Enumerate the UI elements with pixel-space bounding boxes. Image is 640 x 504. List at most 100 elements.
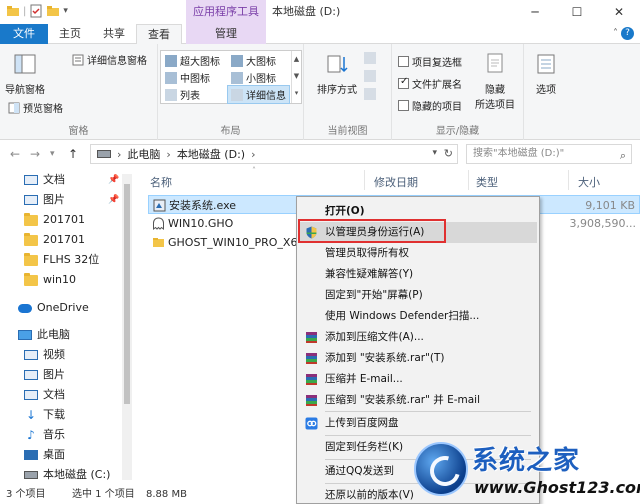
properties-icon[interactable]: [29, 4, 43, 18]
preview-pane-button[interactable]: 预览窗格: [8, 100, 63, 115]
nav-item-folder-win10[interactable]: win10: [24, 270, 76, 290]
nav-item-onedrive[interactable]: OneDrive: [18, 298, 89, 318]
menu-item-take-ownership[interactable]: 管理员取得所有权: [299, 243, 537, 264]
options-button[interactable]: 选项: [528, 52, 564, 96]
column-type[interactable]: 类型: [476, 174, 498, 190]
nav-item-documents[interactable]: 文档: [24, 385, 65, 405]
view-options: [364, 52, 376, 100]
nav-item-folder-flhs[interactable]: FLHS 32位: [24, 250, 99, 270]
column-modified[interactable]: 修改日期: [374, 174, 418, 190]
pin-icon[interactable]: 📌: [108, 170, 119, 190]
menu-item-pin-start[interactable]: 固定到"开始"屏幕(P): [299, 285, 537, 306]
maximize-button[interactable]: ☐: [556, 0, 598, 24]
folder-icon: [153, 238, 164, 247]
recent-dropdown-icon[interactable]: ▾: [50, 149, 55, 159]
ribbon-collapse-icon[interactable]: ˄: [613, 28, 618, 39]
menu-item-defender-scan[interactable]: 使用 Windows Defender扫描...: [299, 306, 537, 327]
layout-medium-icons[interactable]: 中图标: [165, 70, 210, 85]
nav-item-label: 图片: [43, 368, 65, 381]
file-size: 9,101 KB: [585, 199, 635, 212]
tab-manage[interactable]: 管理: [186, 24, 266, 44]
menu-item-troubleshoot[interactable]: 兼容性疑难解答(Y): [299, 264, 537, 285]
address-dropdown-icon[interactable]: ▾: [432, 148, 437, 158]
nav-item-desktop[interactable]: 桌面: [24, 445, 65, 465]
qat-dropdown-icon[interactable]: ▾: [63, 6, 68, 16]
desktop-icon: [24, 450, 38, 460]
file-extensions-checkbox[interactable]: [398, 76, 409, 89]
folder-icon: [24, 232, 38, 246]
nav-item-downloads[interactable]: ↓ 下载: [24, 405, 65, 425]
folder-icon[interactable]: [6, 4, 20, 18]
nav-item-pictures[interactable]: 图片: [24, 365, 65, 385]
menu-item-add-archive[interactable]: 添加到压缩文件(A)...: [299, 327, 537, 348]
file-name: GHOST_WIN10_PRO_X64_: [168, 236, 310, 249]
hide-selected-label-1: 隐藏: [485, 85, 505, 96]
layout-details[interactable]: 详细信息: [227, 85, 290, 104]
search-input[interactable]: 搜索"本地磁盘 (D:)" ⌕: [466, 144, 632, 164]
layout-large-icons[interactable]: 大图标: [231, 53, 276, 68]
nav-item-folder-201701[interactable]: 201701: [24, 210, 85, 230]
breadcrumb-this-pc[interactable]: 此电脑: [127, 146, 160, 162]
layout-option-label: 小图标: [246, 74, 276, 85]
layout-small-icons[interactable]: 小图标: [231, 70, 276, 85]
add-columns-icon[interactable]: [364, 70, 376, 82]
group-by-icon[interactable]: [364, 52, 376, 64]
folder-icon: [24, 252, 38, 266]
nav-item-drive-c[interactable]: 本地磁盘 (C:): [24, 465, 110, 485]
layout-option-label: 中图标: [180, 74, 210, 85]
current-view-group-label: 当前视图: [327, 126, 368, 137]
pin-icon[interactable]: 📌: [108, 190, 119, 210]
nav-item-this-pc[interactable]: 此电脑: [18, 325, 70, 345]
column-separator[interactable]: [468, 170, 469, 190]
nav-item-label: 文档: [43, 388, 65, 401]
help-icon[interactable]: ?: [621, 27, 634, 40]
nav-item-videos[interactable]: 视频: [24, 345, 65, 365]
tab-share[interactable]: 共享: [92, 24, 136, 44]
nav-item-label: 下载: [43, 408, 65, 421]
nav-item-documents-quick[interactable]: 文档 📌: [24, 170, 119, 190]
sort-by-button[interactable]: 排序方式: [314, 52, 360, 96]
menu-separator: [325, 435, 531, 436]
layout-list[interactable]: 列表: [165, 87, 200, 102]
column-name[interactable]: 名称: [150, 174, 172, 190]
hidden-items-toggle[interactable]: 隐藏的项目: [398, 98, 462, 113]
nav-item-label: 201701: [43, 213, 85, 226]
tab-view[interactable]: 查看: [136, 24, 182, 45]
tab-home[interactable]: 主页: [48, 24, 92, 44]
up-icon[interactable]: ↑: [68, 147, 78, 161]
menu-item-compress-rar-email[interactable]: 压缩到 "安装系统.rar" 并 E-mail: [299, 390, 537, 411]
tab-file[interactable]: 文件: [0, 24, 48, 44]
layout-scroll[interactable]: ▲ ▼ ▾: [291, 51, 301, 103]
menu-item-label: 添加到 "安装系统.rar"(T): [325, 352, 445, 364]
column-separator[interactable]: [568, 170, 569, 190]
nav-item-music[interactable]: ♪ 音乐: [24, 425, 65, 445]
explorer-window: | ▾ 应用程序工具 本地磁盘 (D:) ─ ☐ ✕ 文件 主页 共享 查看 管…: [0, 0, 640, 504]
size-columns-icon[interactable]: [364, 88, 376, 100]
new-folder-icon[interactable]: [46, 4, 60, 18]
menu-item-compress-email[interactable]: 压缩并 E-mail...: [299, 369, 537, 390]
column-size[interactable]: 大小: [578, 174, 600, 190]
item-checkboxes-checkbox[interactable]: [398, 56, 409, 67]
address-bar[interactable]: › 此电脑 › 本地磁盘 (D:) › ▾ ↻: [90, 144, 458, 164]
details-pane-label: 详细信息窗格: [87, 56, 147, 67]
hide-selected-button[interactable]: 隐藏 所选项目: [472, 52, 518, 111]
back-icon[interactable]: ←: [10, 147, 20, 161]
close-button[interactable]: ✕: [598, 0, 640, 24]
nav-item-folder-201701-2[interactable]: 201701: [24, 230, 85, 250]
file-extensions-toggle[interactable]: 文件扩展名: [398, 76, 462, 91]
forward-icon[interactable]: →: [30, 147, 40, 161]
scrollbar-thumb[interactable]: [124, 184, 130, 404]
breadcrumb-drive-d[interactable]: 本地磁盘 (D:): [177, 146, 245, 162]
refresh-icon[interactable]: ↻: [444, 147, 453, 160]
column-separator[interactable]: [364, 170, 365, 190]
menu-item-add-rar[interactable]: 添加到 "安装系统.rar"(T): [299, 348, 537, 369]
details-pane-button[interactable]: 详细信息窗格: [72, 52, 147, 67]
item-checkboxes-toggle[interactable]: 项目复选框: [398, 54, 462, 69]
minimize-button[interactable]: ─: [514, 0, 556, 24]
hidden-items-checkbox[interactable]: [398, 100, 409, 111]
nav-pane-button[interactable]: 导航窗格: [4, 52, 46, 96]
layout-extra-large-icons[interactable]: 超大图标: [165, 53, 220, 68]
nav-scrollbar[interactable]: [122, 174, 132, 480]
menu-item-baidu-upload[interactable]: 上传到百度网盘: [299, 413, 537, 434]
nav-item-pictures-quick[interactable]: 图片 📌: [24, 190, 119, 210]
